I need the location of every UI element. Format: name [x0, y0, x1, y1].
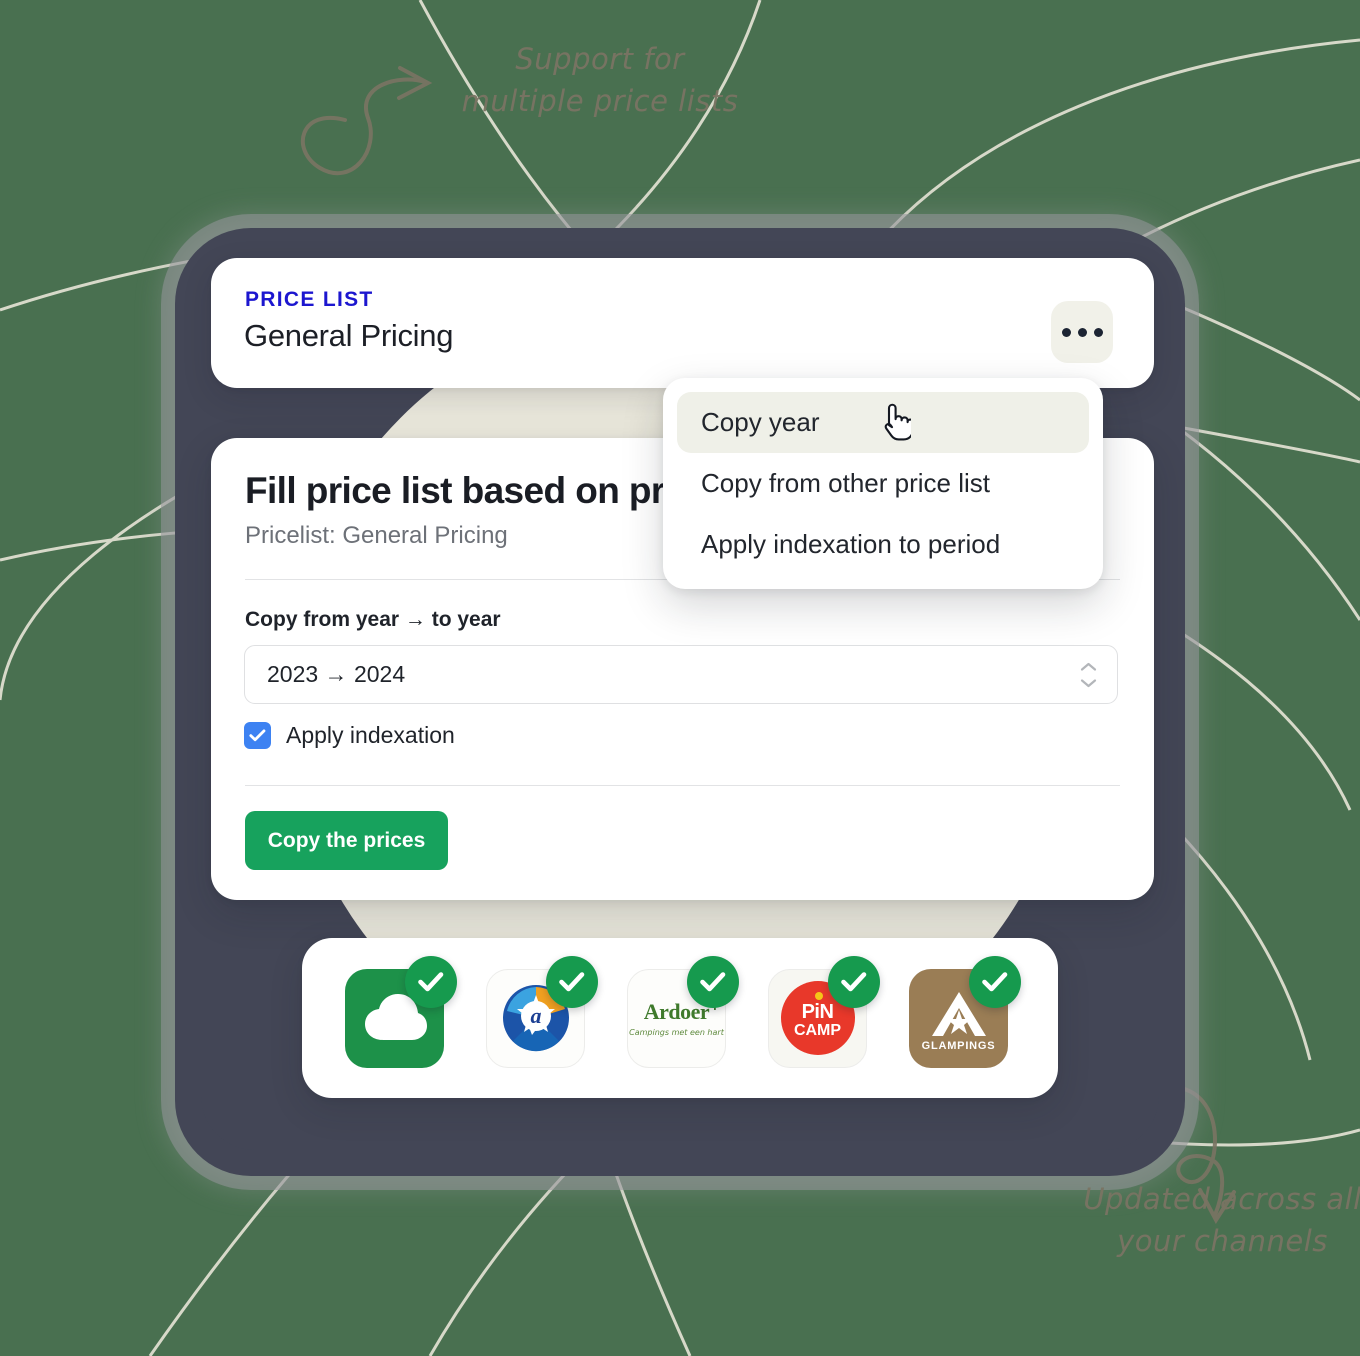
channel-ardoer[interactable]: Ardoer Campings met een hart	[627, 955, 739, 1068]
menu-item-label: Copy year	[701, 407, 820, 437]
channel-check-badge	[687, 955, 739, 1008]
copy-the-prices-button[interactable]: Copy the prices	[245, 811, 448, 870]
channel-glampings[interactable]: GLAMPINGS	[909, 955, 1021, 1068]
check-icon	[841, 971, 867, 991]
glampings-wordmark: GLAMPINGS	[921, 1040, 996, 1052]
check-icon	[700, 971, 726, 991]
channel-check-badge	[828, 955, 880, 1008]
svg-text:a: a	[530, 1003, 541, 1028]
pincamp-wordmark-top: PiN	[801, 1001, 834, 1024]
ardoer-tagline: Campings met een hart	[629, 1028, 724, 1037]
menu-item-copy-from-other-price-list[interactable]: Copy from other price list	[677, 453, 1089, 514]
dialog-subheading: Pricelist: General Pricing	[245, 522, 508, 549]
ellipsis-dot-icon	[1077, 327, 1087, 337]
apply-indexation-checkbox[interactable]	[244, 722, 271, 749]
context-menu: Copy year Copy from other price list App…	[663, 378, 1103, 589]
overflow-menu-button[interactable]	[1051, 301, 1113, 363]
year-stepper[interactable]	[1080, 661, 1097, 688]
channel-pincamp[interactable]: PiN CAMP	[768, 955, 880, 1068]
channel-check-badge	[969, 955, 1021, 1008]
annotation-updated-across-channels: Updated across all your channels	[1083, 1182, 1360, 1259]
year-range-input[interactable]: 2023 → 2024	[244, 645, 1118, 704]
chevron-up-icon[interactable]	[1080, 661, 1097, 672]
page-title: General Pricing	[244, 318, 454, 353]
channel-dock: a Ardoer Campings met een hart PiN CAMP …	[302, 938, 1058, 1098]
menu-item-label: Apply indexation to period	[701, 529, 1001, 559]
menu-item-apply-indexation-to-period[interactable]: Apply indexation to period	[677, 514, 1089, 575]
ellipsis-dot-icon	[1061, 327, 1071, 337]
channel-acsi[interactable]: a	[486, 955, 598, 1068]
price-list-eyebrow-label: PRICE LIST	[245, 288, 374, 311]
pointing-hand-cursor-icon	[884, 403, 911, 441]
year-range-value: 2023 → 2024	[267, 661, 406, 687]
channel-camping-cloud[interactable]	[345, 955, 457, 1068]
apply-indexation-label: Apply indexation	[286, 722, 455, 748]
chevron-down-icon[interactable]	[1080, 677, 1097, 688]
check-icon	[982, 971, 1008, 991]
price-list-header-card: PRICE LIST General Pricing	[211, 258, 1154, 388]
ellipsis-dot-icon	[1093, 327, 1103, 337]
divider	[245, 785, 1120, 786]
menu-item-label: Copy from other price list	[701, 468, 990, 498]
check-icon	[249, 729, 266, 742]
pincamp-dot-icon	[814, 992, 823, 1000]
check-icon	[559, 971, 585, 991]
menu-item-copy-year[interactable]: Copy year	[677, 392, 1089, 453]
promo-illustration: PRICE LIST General Pricing Fill price li…	[0, 0, 1360, 1356]
check-icon	[418, 971, 444, 991]
year-range-field-label: Copy from year → to year	[245, 608, 501, 631]
pincamp-wordmark-bottom: CAMP	[793, 1022, 842, 1040]
channel-check-badge	[546, 955, 598, 1008]
apply-indexation-row[interactable]: Apply indexation	[244, 722, 455, 749]
annotation-support-multiple-price-lists: Support for multiple price lists	[461, 42, 739, 119]
channel-check-badge	[405, 955, 457, 1008]
